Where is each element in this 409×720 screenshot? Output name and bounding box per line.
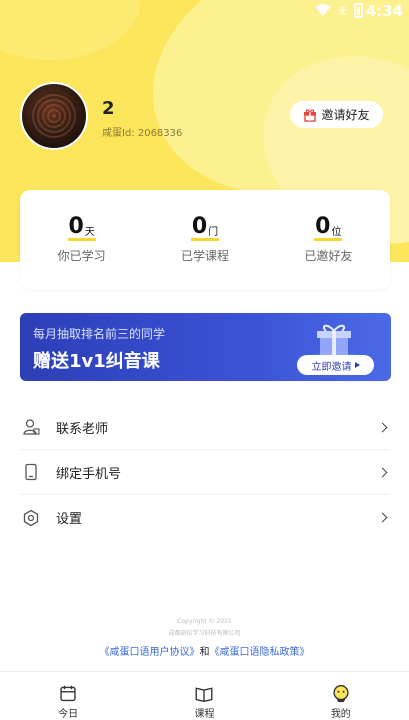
settings-icon	[23, 509, 39, 526]
copyright-text: Copyright © 2021	[177, 618, 232, 625]
user-agreement-link[interactable]: 《咸蛋口语用户协议》	[100, 647, 200, 658]
user-id: 咸蛋Id: 2068336	[102, 128, 183, 139]
footer: Copyright © 2021 成都剖拉学习科技有限公司 《咸蛋口语用户协议》…	[0, 618, 409, 658]
stat-value: 0	[191, 214, 208, 239]
stat-study-days: 0天 你已学习	[20, 190, 143, 289]
policy-connector: 和	[199, 647, 210, 658]
stat-unit: 门	[208, 227, 219, 238]
phone-icon	[25, 463, 37, 481]
battery-icon	[354, 3, 363, 18]
invite-friends-button[interactable]: 邀请好友	[290, 101, 383, 128]
status-bar: 无 4:34	[0, 0, 409, 22]
invite-now-label: 立即邀请	[311, 361, 352, 373]
banner-subtitle: 每月抽取排名前三的同学	[33, 327, 166, 341]
stat-label: 已学课程	[180, 249, 229, 263]
menu-item-settings[interactable]: 设置	[20, 495, 390, 540]
stat-label: 你已学习	[57, 249, 106, 263]
stat-value: 0	[315, 214, 331, 239]
invite-promo-banner[interactable]: 每月抽取排名前三的同学 赠送1v1纠音课 立即邀请	[20, 313, 391, 381]
stat-invited: 0位 已邀好友	[267, 190, 390, 289]
invite-button-label: 邀请好友	[321, 108, 370, 122]
bottom-tab-bar: 今日 课程 我的	[0, 671, 409, 720]
policy-links: 《咸蛋口语用户协议》和《咸蛋口语隐私政策》	[0, 643, 409, 658]
calendar-icon	[60, 685, 76, 702]
menu-label: 绑定手机号	[56, 466, 122, 482]
tab-courses[interactable]: 课程	[136, 672, 272, 720]
sim-status: 无	[337, 7, 347, 17]
profile-icon	[333, 685, 349, 703]
book-icon	[196, 687, 213, 702]
settings-menu: 联系老师 绑定手机号 设置	[20, 405, 390, 540]
tab-today[interactable]: 今日	[0, 672, 136, 720]
chevron-right-icon	[377, 422, 388, 432]
menu-label: 联系老师	[56, 421, 109, 437]
stat-label: 已邀好友	[304, 249, 353, 263]
tab-label: 课程	[194, 709, 215, 720]
menu-item-contact-teacher[interactable]: 联系老师	[20, 405, 390, 450]
stat-unit: 天	[84, 227, 95, 238]
privacy-policy-link[interactable]: 《咸蛋口语隐私政策》	[210, 647, 310, 658]
stat-unit: 位	[331, 227, 342, 238]
avatar[interactable]	[20, 82, 88, 150]
teacher-icon	[23, 419, 40, 435]
menu-label: 设置	[56, 512, 83, 527]
play-icon	[354, 362, 360, 368]
chevron-right-icon	[377, 512, 388, 523]
invite-now-button[interactable]: 立即邀请	[297, 355, 374, 375]
banner-title: 赠送1v1纠音课	[33, 351, 160, 372]
stat-value: 0	[68, 214, 84, 239]
menu-item-bind-phone[interactable]: 绑定手机号	[20, 450, 390, 495]
gift-icon	[304, 109, 317, 122]
wifi-icon	[315, 4, 331, 17]
tab-label: 我的	[330, 709, 351, 720]
username: 2	[102, 98, 115, 119]
stat-courses: 0门 已学课程	[143, 190, 266, 289]
stats-card: 0天 你已学习 0门 已学课程 0位 已邀好友	[20, 190, 390, 289]
tab-mine[interactable]: 我的	[273, 672, 409, 720]
clock: 4:34	[365, 2, 403, 20]
chevron-right-icon	[377, 467, 388, 477]
company-name: 成都剖拉学习科技有限公司	[168, 630, 241, 637]
tab-label: 今日	[58, 709, 79, 720]
